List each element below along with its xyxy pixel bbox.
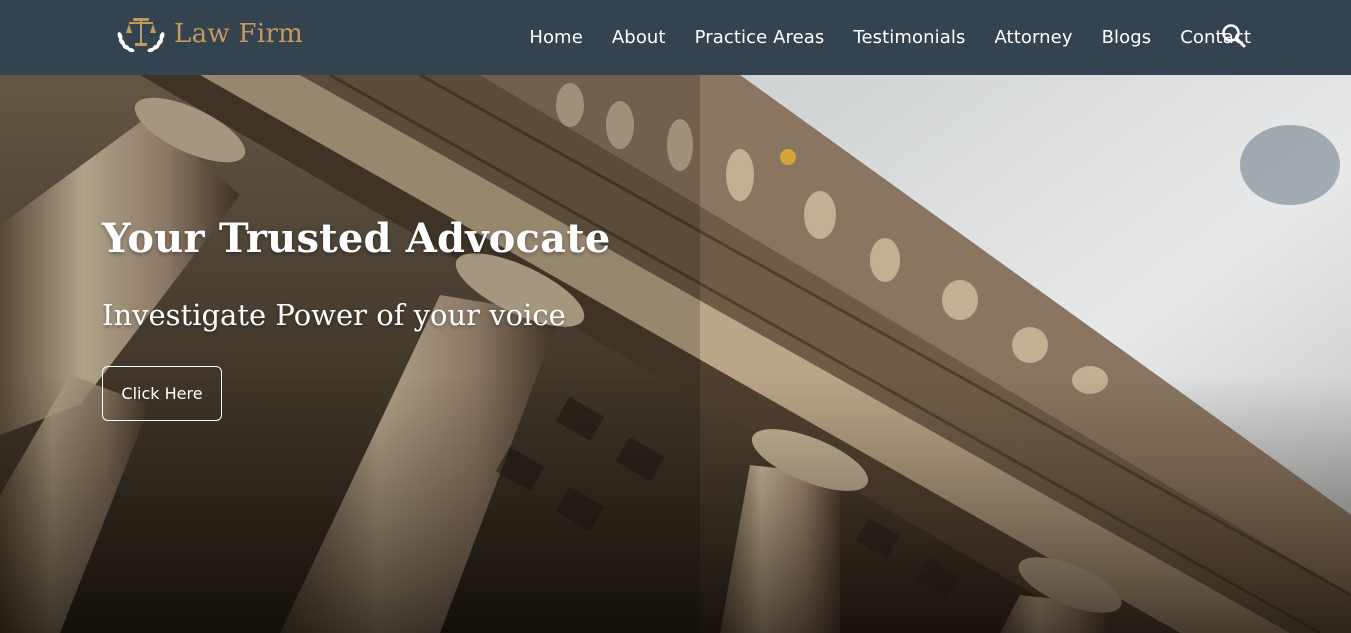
search-button[interactable]	[1220, 22, 1248, 50]
nav-item-testimonials[interactable]: Testimonials	[853, 27, 965, 48]
nav-item-attorney[interactable]: Attorney	[994, 27, 1072, 48]
hero-section: Your Trusted Advocate Investigate Power …	[0, 75, 1351, 633]
nav-item-about[interactable]: About	[612, 27, 666, 48]
brand-name: Law Firm	[174, 19, 304, 49]
hero-title: Your Trusted Advocate	[102, 215, 611, 262]
nav-item-practice-areas[interactable]: Practice Areas	[695, 27, 825, 48]
main-nav: Home About Practice Areas Testimonials A…	[529, 0, 1251, 75]
hero-subtitle: Investigate Power of your voice	[102, 298, 566, 332]
courthouse-columns-photo	[0, 75, 1351, 633]
click-here-button[interactable]: Click Here	[102, 366, 222, 421]
nav-item-blogs[interactable]: Blogs	[1102, 27, 1152, 48]
scales-of-justice-icon	[117, 18, 165, 53]
navbar: Law Firm Home About Practice Areas Testi…	[0, 0, 1351, 75]
nav-item-home[interactable]: Home	[529, 27, 583, 48]
brand-logo[interactable]: Law Firm	[114, 14, 303, 54]
search-icon	[1222, 24, 1246, 48]
